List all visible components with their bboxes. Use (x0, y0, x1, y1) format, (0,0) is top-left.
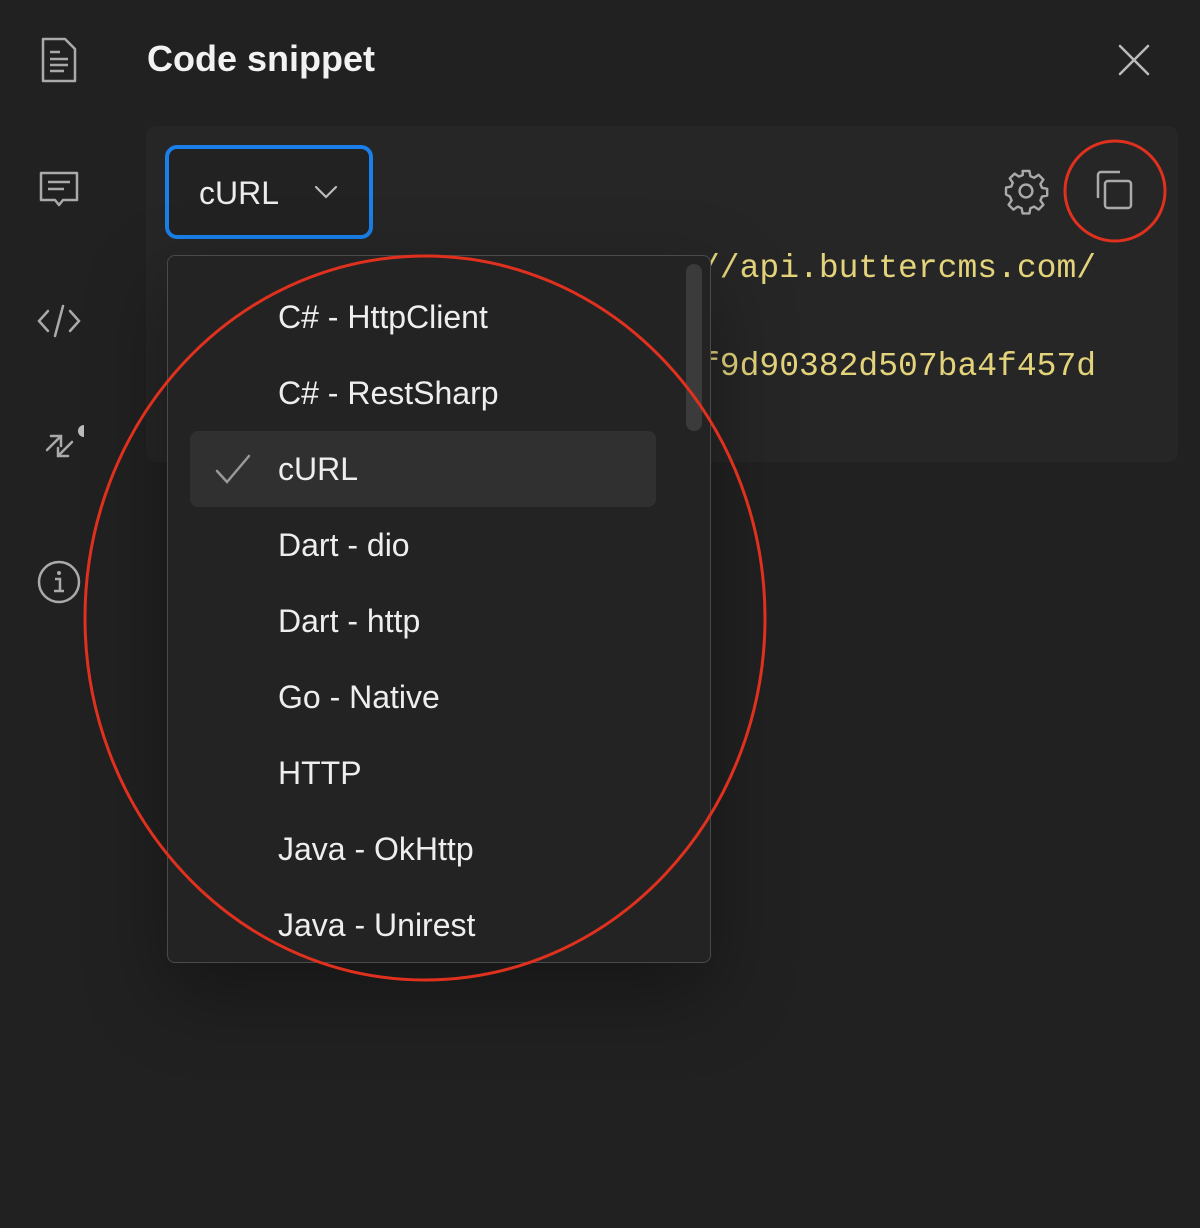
menu-item-java-okhttp[interactable]: Java - OkHttp (190, 811, 656, 887)
menu-item-label: C# - HttpClient (278, 299, 488, 335)
arrows-collapse-icon (45, 425, 84, 458)
sidebar-item-comments[interactable] (34, 165, 84, 215)
menu-item-label: Java - OkHttp (278, 831, 474, 867)
gear-icon (1004, 169, 1049, 215)
copy-icon (1096, 170, 1133, 210)
sidebar-item-code[interactable] (34, 296, 84, 346)
language-select[interactable]: cURL (165, 145, 373, 239)
settings-button[interactable] (1002, 167, 1050, 215)
menu-item-label: Go - Native (278, 679, 440, 715)
checkmark-icon (215, 454, 251, 484)
language-select-value: cURL (199, 175, 280, 211)
sidebar-item-document[interactable] (34, 35, 84, 85)
language-dropdown-menu: C# - HttpClient C# - RestSharp cURL Dart… (167, 255, 711, 963)
menu-item-csharp-restsharp[interactable]: C# - RestSharp (190, 355, 656, 431)
sidebar-item-info[interactable] (34, 557, 84, 607)
document-icon (41, 37, 77, 83)
menu-item-csharp-httpclient[interactable]: C# - HttpClient (190, 279, 656, 355)
menu-item-label: Dart - dio (278, 527, 410, 563)
menu-item-label: HTTP (278, 755, 362, 791)
chevron-down-icon (314, 185, 338, 199)
sidebar-item-changes[interactable] (34, 422, 84, 472)
code-line: //api.buttercms.com/ (700, 250, 1097, 287)
notification-dot (78, 425, 84, 437)
menu-item-label: Dart - http (278, 603, 421, 639)
menu-item-curl[interactable]: cURL (190, 431, 656, 507)
code-line: f9d90382d507ba4f457d (700, 348, 1097, 385)
menu-item-http[interactable]: HTTP (190, 735, 656, 811)
code-icon (37, 304, 81, 338)
close-button[interactable] (1112, 38, 1156, 82)
menu-item-go-native[interactable]: Go - Native (190, 659, 656, 735)
menu-item-java-unirest[interactable]: Java - Unirest (190, 887, 656, 963)
dropdown-scrollbar[interactable] (686, 264, 702, 431)
comment-icon (39, 171, 79, 207)
info-icon (37, 560, 81, 604)
copy-button[interactable] (1090, 168, 1136, 214)
menu-item-dart-dio[interactable]: Dart - dio (190, 507, 656, 583)
menu-item-label: C# - RestSharp (278, 375, 499, 411)
page-title: Code snippet (147, 38, 376, 79)
menu-item-label: cURL (278, 451, 359, 487)
menu-item-label: Java - Unirest (278, 907, 476, 943)
menu-item-dart-http[interactable]: Dart - http (190, 583, 656, 659)
close-icon (1118, 44, 1150, 76)
